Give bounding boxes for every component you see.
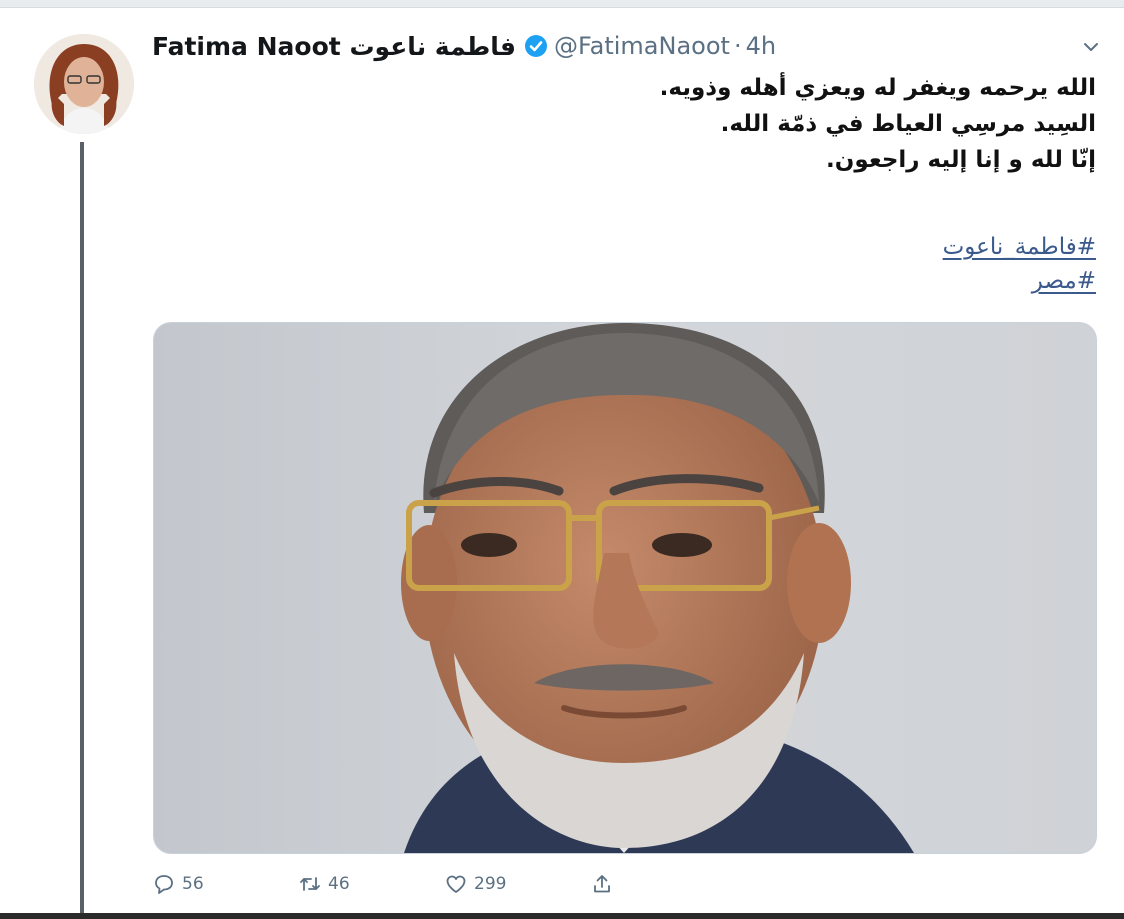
author-avatar[interactable] [34, 34, 134, 134]
portrait-photo-icon [154, 323, 1096, 853]
author-handle[interactable]: @FatimaNaoot [554, 32, 730, 60]
verified-badge-icon [524, 34, 548, 58]
tweet-text-line: السِيد مرسِي العياط في ذمّة الله. [720, 111, 1096, 137]
reply-icon [155, 875, 173, 894]
reply-button[interactable]: 56 [152, 872, 298, 896]
heart-icon [446, 875, 466, 893]
hashtag-list: #فاطمة_ناعوت #مصر [943, 230, 1096, 298]
timestamp[interactable]: 4h [746, 32, 776, 60]
share-button[interactable] [590, 872, 620, 896]
like-count: 299 [474, 874, 507, 894]
separator-dot: · [733, 32, 742, 60]
tweet-actions: 56 46 299 [152, 868, 620, 900]
thread-line [80, 142, 84, 913]
tweet-text: الله يرحمه ويغفر له ويعزي أهله وذويه. ال… [196, 70, 1096, 178]
share-icon [594, 875, 610, 893]
author-display-name[interactable]: Fatima Naoot فاطمة ناعوت [152, 32, 516, 61]
hashtag-link[interactable]: #فاطمة_ناعوت [943, 230, 1096, 264]
bottom-divider [0, 913, 1124, 919]
like-button[interactable]: 299 [444, 872, 590, 896]
chevron-down-icon[interactable] [1080, 36, 1102, 58]
tweet-text-line: إنّا لله و إنا إليه راجعون. [826, 147, 1096, 173]
hashtag-link[interactable]: #مصر [943, 264, 1096, 298]
tweet-media-photo[interactable] [153, 322, 1097, 854]
reply-count: 56 [182, 874, 204, 894]
retweet-button[interactable]: 46 [298, 872, 444, 896]
tweet-text-line: الله يرحمه ويغفر له ويعزي أهله وذويه. [659, 75, 1096, 101]
retweet-icon [300, 877, 320, 891]
retweet-count: 46 [328, 874, 350, 894]
top-divider [0, 0, 1124, 8]
tweet-header: Fatima Naoot فاطمة ناعوت @FatimaNaoot · … [152, 26, 776, 66]
